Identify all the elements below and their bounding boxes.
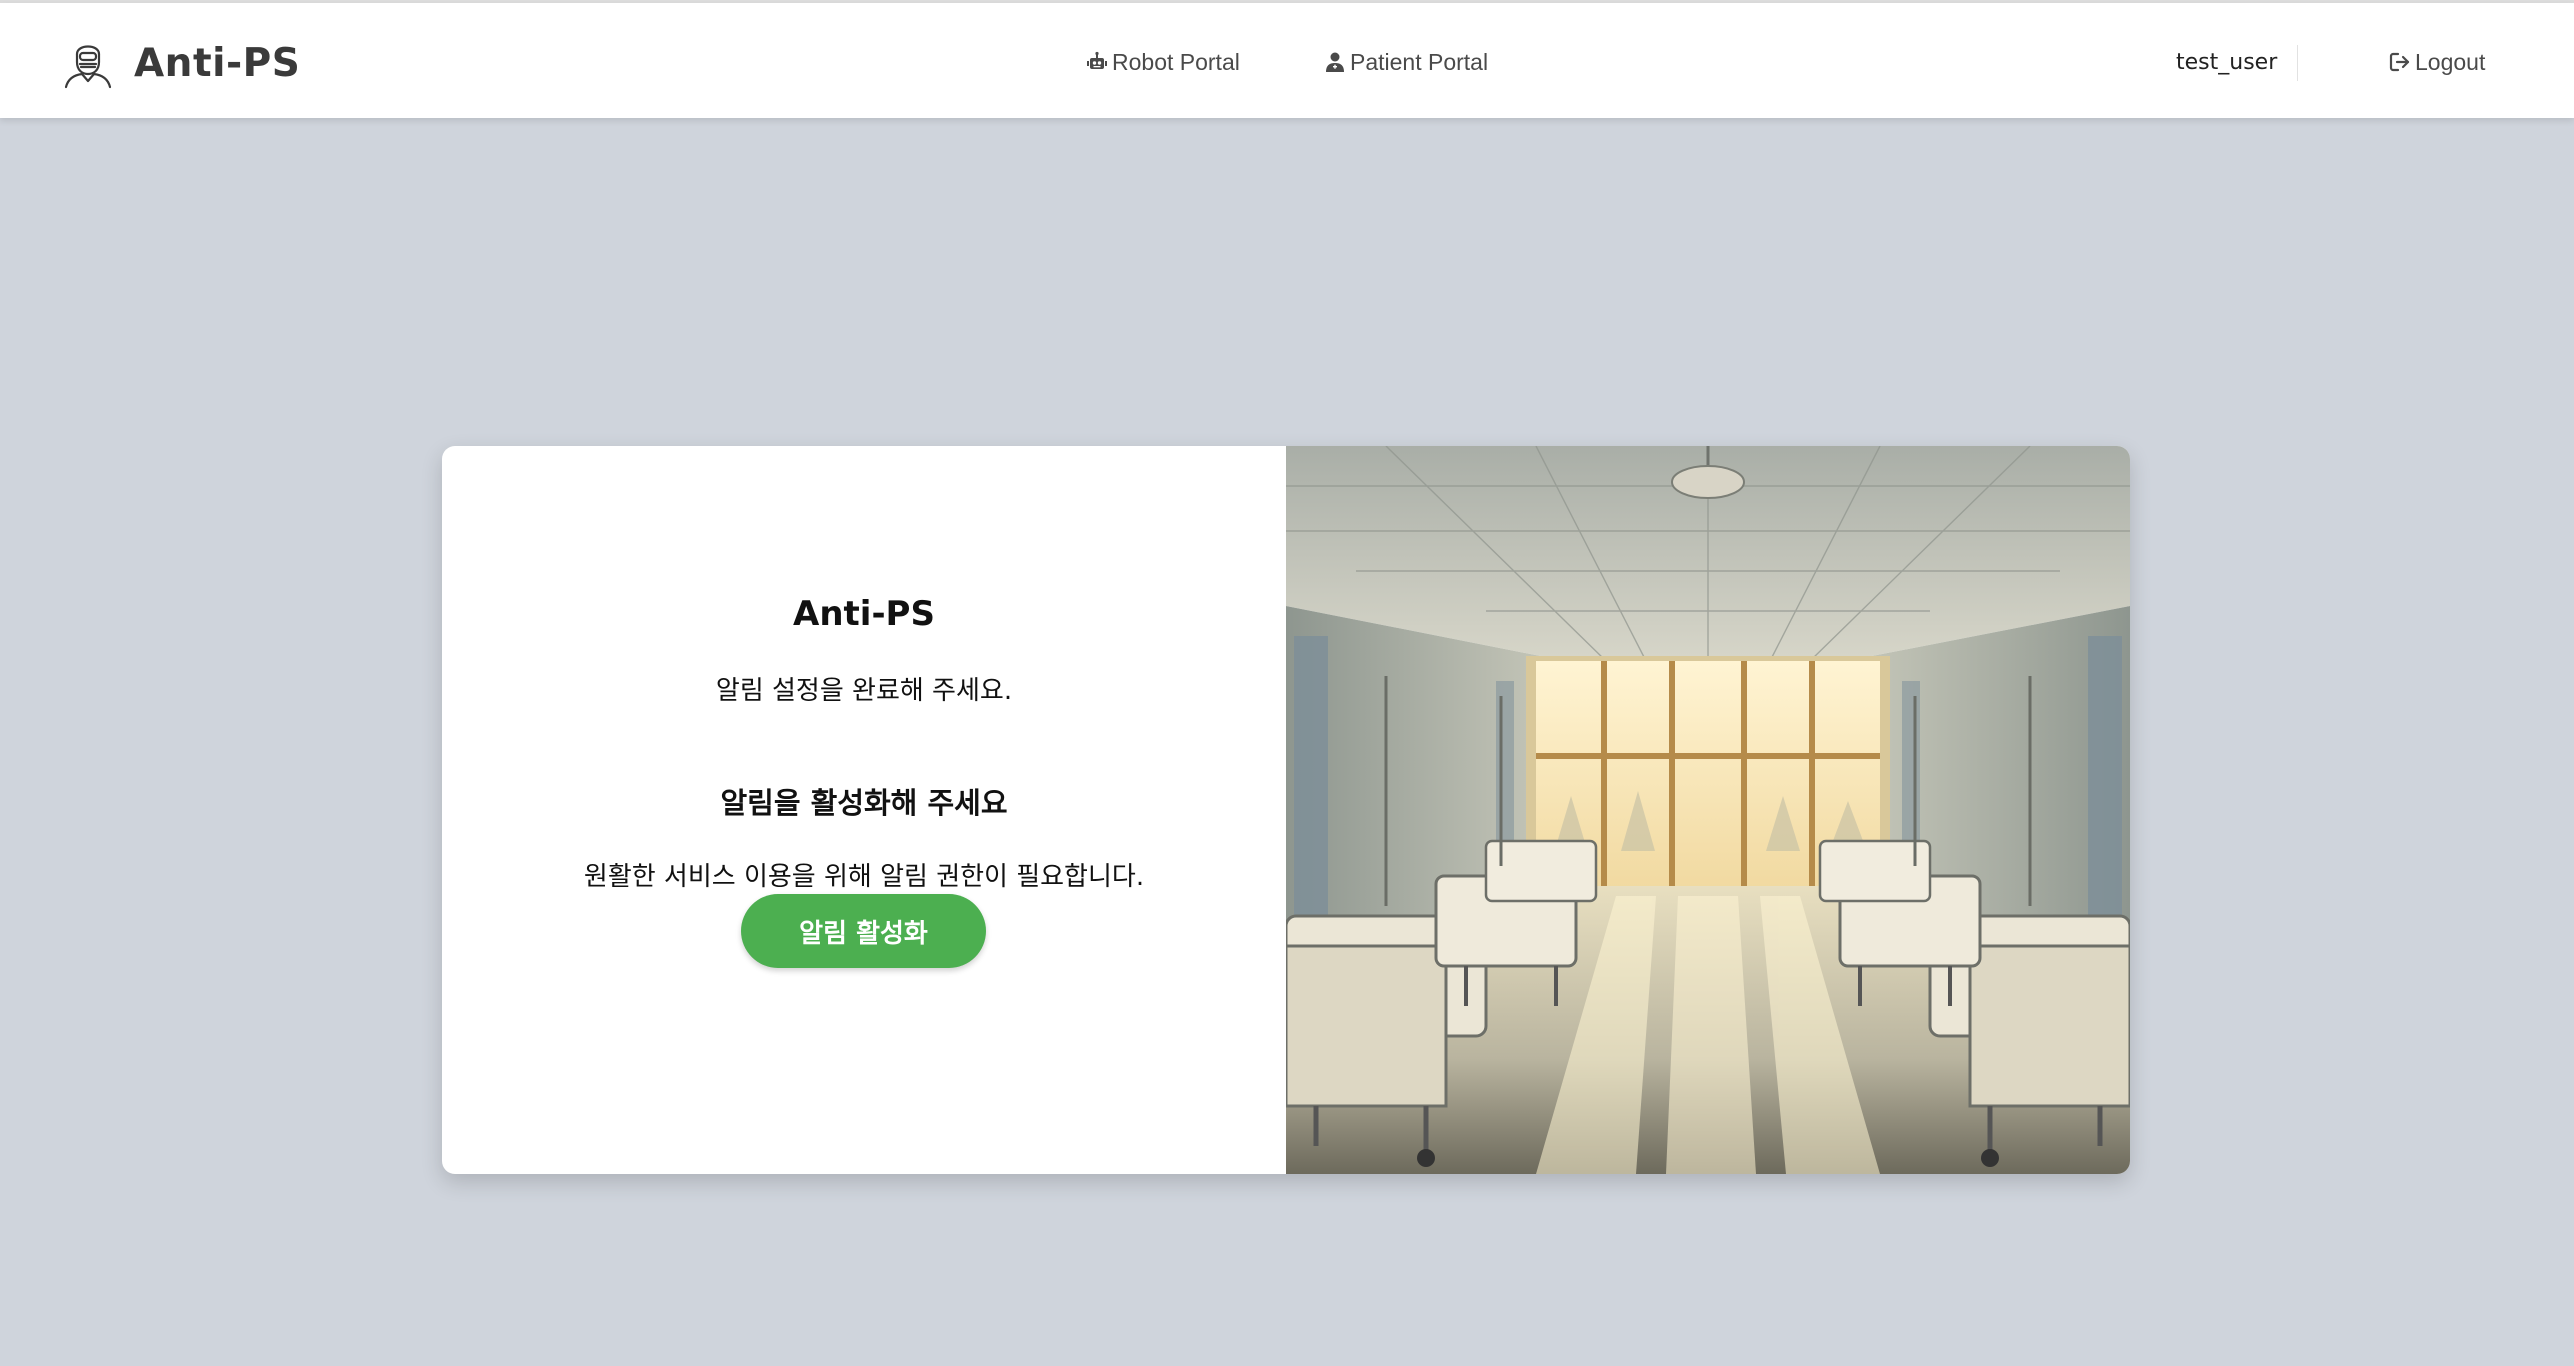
nav-robot-portal-label: Robot Portal [1112, 48, 1240, 75]
brand-name: Anti-PS [134, 40, 301, 86]
logout-button[interactable]: Logout [2389, 47, 2485, 77]
card-title: Anti-PS [793, 594, 935, 634]
hospital-ward-illustration [1286, 446, 2130, 1174]
nav-divider [2297, 45, 2298, 81]
hospital-ward-image [1286, 446, 2130, 1174]
nav-patient-portal-label: Patient Portal [1350, 48, 1489, 75]
notification-panel: Anti-PS 알림 설정을 완료해 주세요. 알림을 활성화해 주세요 원활한… [442, 446, 1286, 1174]
nav-patient-portal[interactable]: Patient Portal [1324, 47, 1488, 77]
enable-notifications-heading: 알림을 활성화해 주세요 [720, 786, 1008, 820]
robot-icon [1087, 51, 1107, 69]
permission-description: 원활한 서비스 이용을 위해 알림 권한이 필요합니다. [583, 862, 1145, 892]
brand-link[interactable]: Anti-PS [62, 35, 300, 91]
doctor-logo-icon [64, 45, 112, 89]
current-username: test_user [2176, 50, 2278, 75]
logout-label: Logout [2415, 48, 2486, 75]
enable-notifications-button[interactable]: 알림 활성화 [741, 894, 986, 968]
card-subtitle: 알림 설정을 완료해 주세요. [715, 676, 1013, 706]
top-navbar: Anti-PS Robot Portal Patient Portal test… [0, 3, 2574, 118]
notification-card: Anti-PS 알림 설정을 완료해 주세요. 알림을 활성화해 주세요 원활한… [442, 446, 2130, 1174]
logout-icon [2389, 52, 2410, 72]
nav-robot-portal[interactable]: Robot Portal [1086, 47, 1240, 77]
patient-icon [1326, 52, 1344, 72]
